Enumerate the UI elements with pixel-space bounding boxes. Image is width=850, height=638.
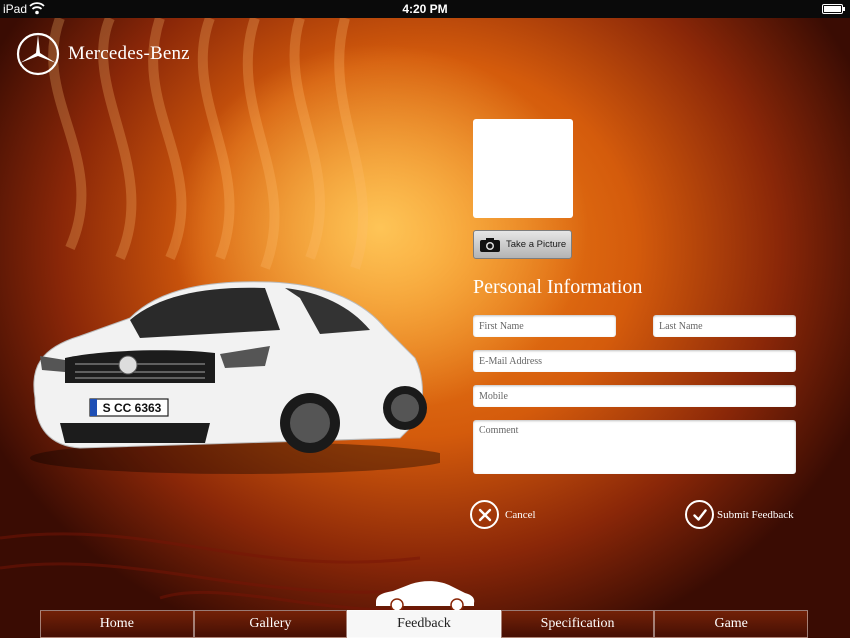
cancel-button[interactable]: Cancel [470,500,536,529]
cancel-icon-circle [470,500,499,529]
car-image: S CC 6363 [30,281,440,474]
tab-game[interactable]: Game [654,610,808,638]
cancel-label: Cancel [505,508,536,521]
submit-feedback-label: Submit Feedback [717,508,794,521]
status-bar: iPad 4:20 PM [0,0,850,18]
take-picture-label: Take a Picture [506,239,567,250]
tab-gallery[interactable]: Gallery [193,610,348,638]
camera-icon [480,237,500,252]
last-name-field[interactable] [653,315,796,337]
close-icon [478,508,491,521]
comment-field[interactable] [473,420,796,474]
car-silhouette-icon [376,581,475,612]
brand-name: Mercedes-Benz [68,43,190,64]
personal-info-title: Personal Information [473,276,643,298]
clock: 4:20 PM [402,2,448,16]
mobile-field[interactable] [473,385,796,407]
submit-icon-circle [685,500,714,529]
battery-fill [824,6,841,12]
email-field[interactable] [473,350,796,372]
tab-home[interactable]: Home [40,610,194,638]
submit-feedback-button[interactable]: Submit Feedback [685,500,794,529]
tab-specification[interactable]: Specification [500,610,655,638]
license-plate: S CC 6363 [103,401,162,415]
battery-icon [822,4,845,14]
mercedes-star-icon [16,32,60,76]
brand-logo: Mercedes-Benz [16,30,190,78]
tab-feedback[interactable]: Feedback [347,610,501,638]
checkmark-icon [692,508,707,521]
main-stage: Mercedes-Benz S CC 6363 Take a Picture P… [0,18,850,638]
take-picture-button[interactable]: Take a Picture [473,230,572,259]
photo-preview [473,119,573,218]
first-name-field[interactable] [473,315,616,337]
bottom-tab-bar: Home Gallery Feedback Specification Game [40,610,808,638]
